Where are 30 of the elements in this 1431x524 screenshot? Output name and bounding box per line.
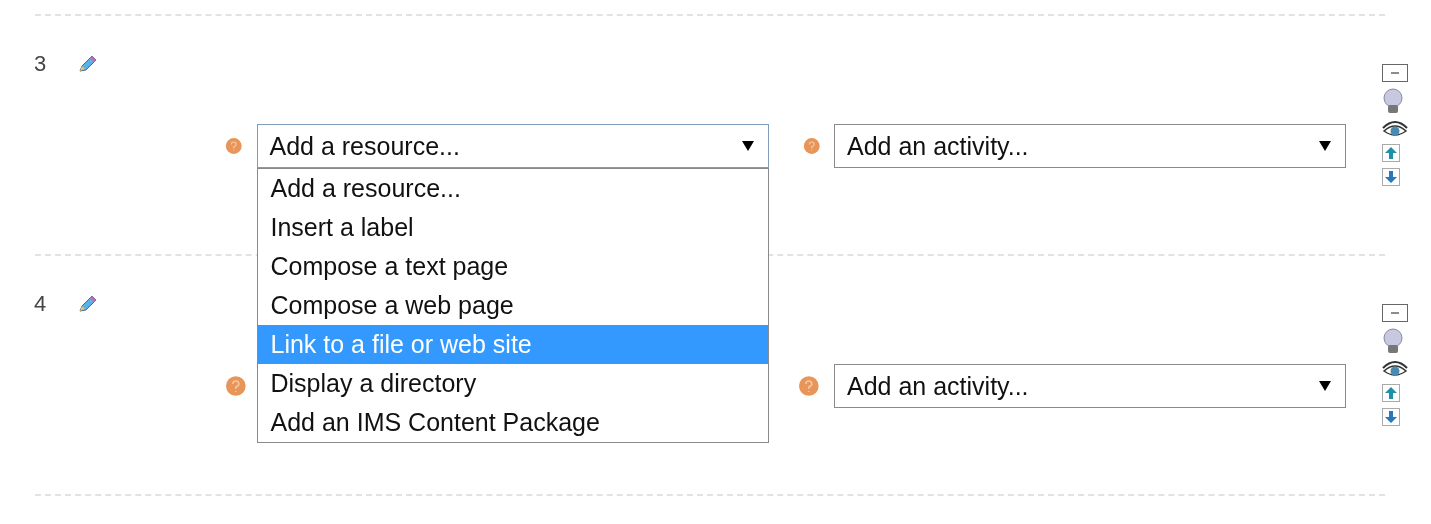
dropdown-option[interactable]: Add an IMS Content Package xyxy=(257,403,768,442)
lightbulb-icon[interactable] xyxy=(1382,328,1404,354)
section-number: 4 xyxy=(34,291,47,317)
caret-icon xyxy=(1319,141,1331,151)
activity-select[interactable]: Add an activity... xyxy=(834,364,1346,408)
down-arrow-icon[interactable] xyxy=(1382,408,1400,426)
collapse-icon[interactable] xyxy=(1382,304,1408,322)
caret-icon xyxy=(1319,381,1331,391)
section-number: 3 xyxy=(34,51,47,77)
up-arrow-icon[interactable] xyxy=(1382,144,1400,162)
caret-icon xyxy=(741,141,754,151)
dropdown-option[interactable]: Compose a web page xyxy=(257,286,768,325)
help-icon[interactable] xyxy=(225,375,247,397)
pencil-icon[interactable] xyxy=(76,53,99,75)
eye-icon[interactable] xyxy=(1382,120,1408,138)
resource-select[interactable]: Add a resource... xyxy=(256,124,769,168)
help-icon[interactable] xyxy=(798,375,820,397)
dropdown-option[interactable]: Compose a text page xyxy=(257,247,768,286)
activity-select[interactable]: Add an activity... xyxy=(834,124,1346,168)
lightbulb-icon[interactable] xyxy=(1382,88,1404,114)
dropdown-option[interactable]: Display a directory xyxy=(257,364,768,403)
collapse-icon[interactable] xyxy=(1382,64,1408,82)
eye-icon[interactable] xyxy=(1382,360,1408,378)
help-icon[interactable] xyxy=(225,135,243,157)
help-icon[interactable] xyxy=(802,135,820,157)
pencil-icon[interactable] xyxy=(76,293,99,315)
dropdown-option[interactable]: Add a resource... xyxy=(257,169,768,208)
dropdown-option[interactable]: Insert a label xyxy=(257,208,768,247)
down-arrow-icon[interactable] xyxy=(1382,168,1400,186)
up-arrow-icon[interactable] xyxy=(1382,384,1400,402)
